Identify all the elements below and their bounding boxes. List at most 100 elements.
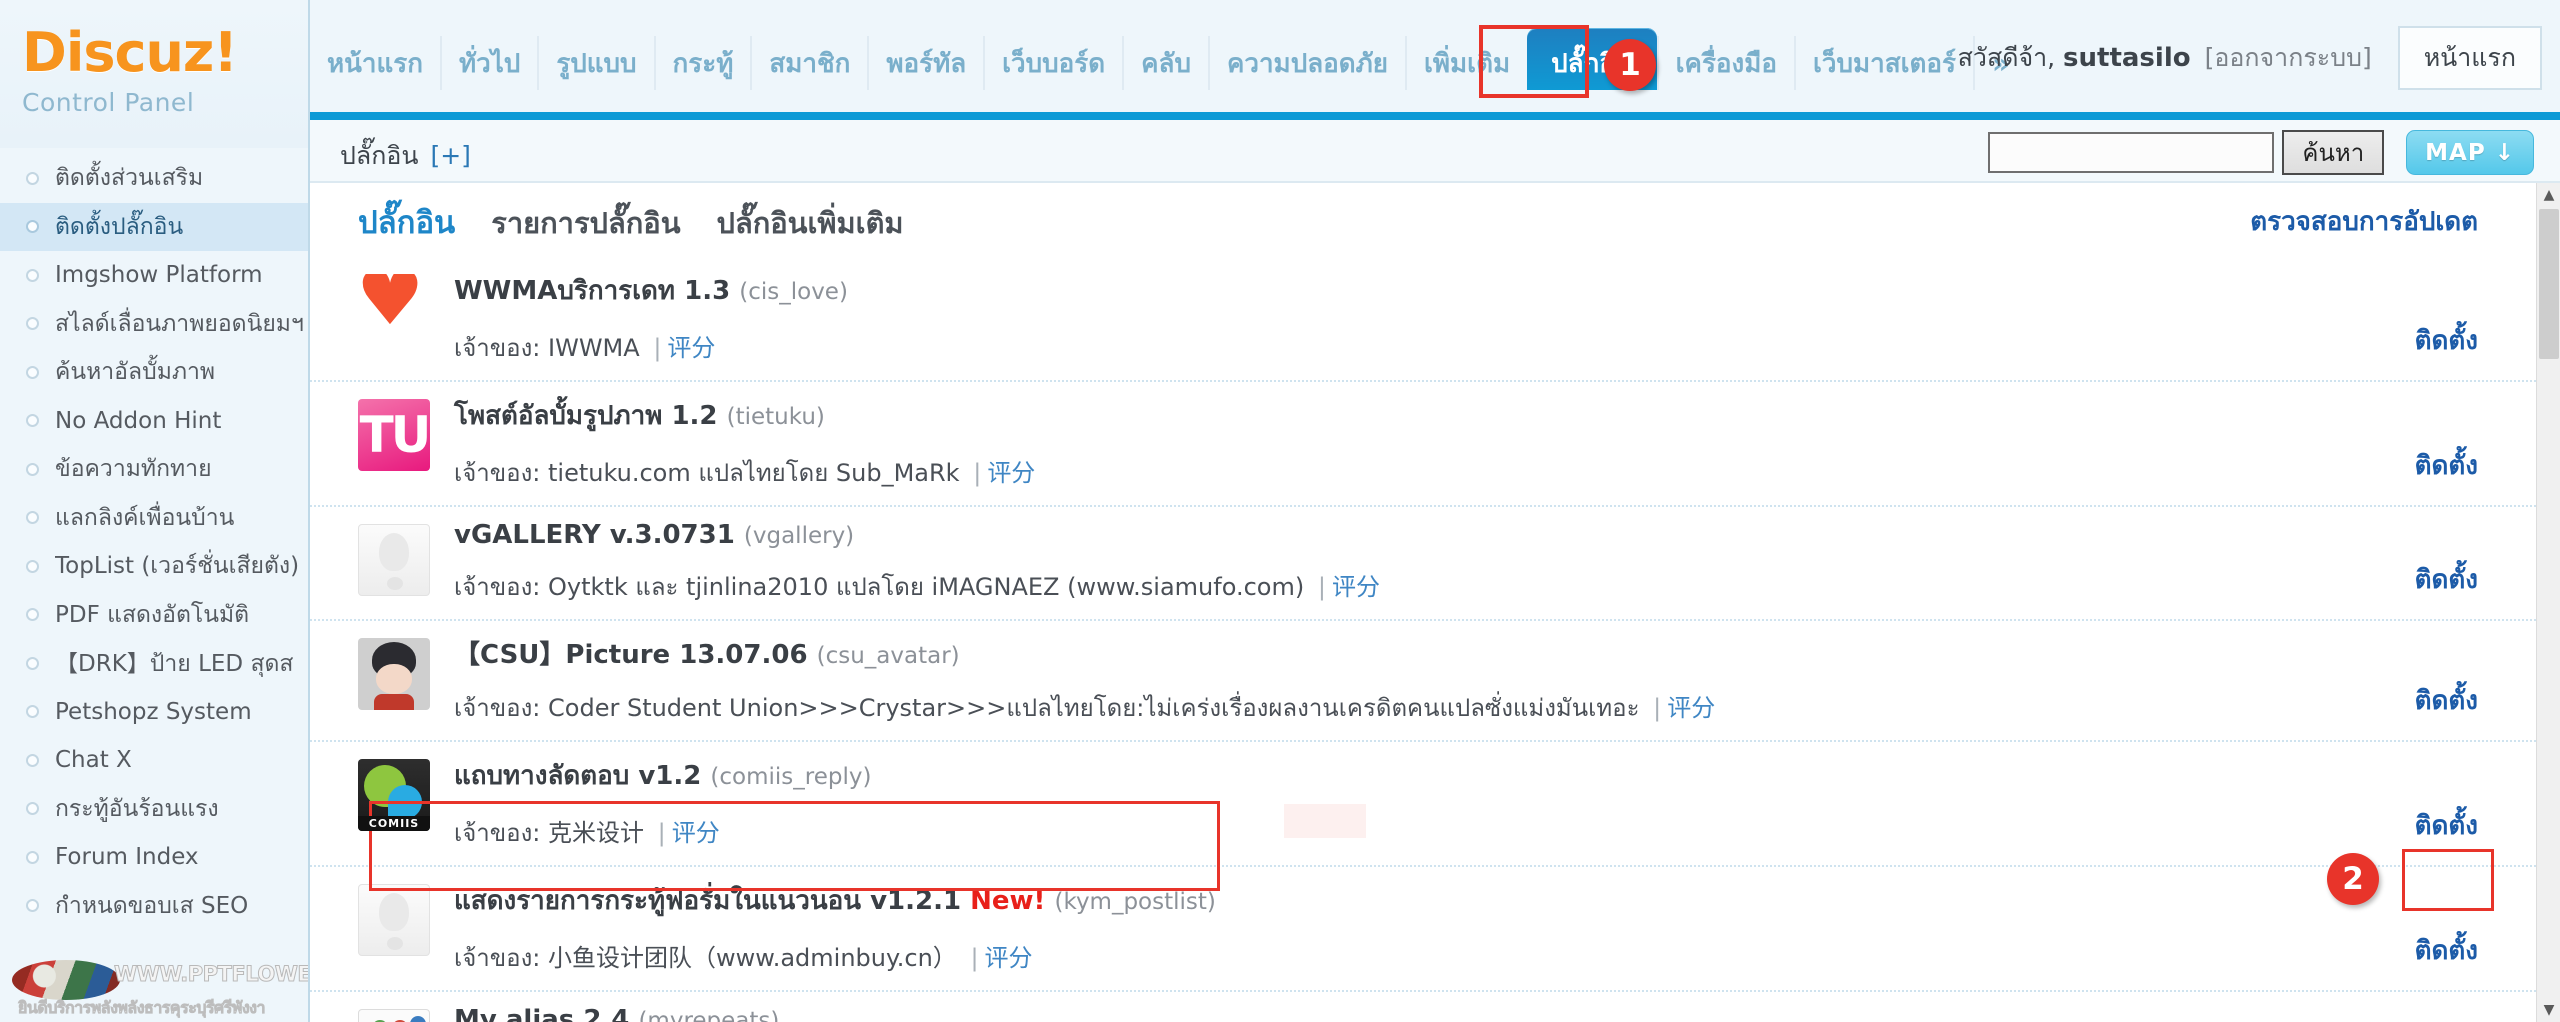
nav-item-6[interactable]: เว็บบอร์ด [983, 36, 1122, 90]
discuz-admin-page: Discuz! Control Panel ติดตั้งส่วนเสริม ติ… [0, 0, 2560, 1022]
install-link[interactable]: ติดตั้ง [2415, 445, 2478, 492]
rate-link[interactable]: 评分 [667, 334, 715, 362]
nav-item-9[interactable]: เพิ่มเติม [1405, 36, 1527, 90]
nav-item-4[interactable]: สมาชิก [750, 36, 867, 90]
install-link[interactable]: ติดตั้ง [2415, 320, 2478, 367]
plugin-row: แสดงรายการกระทู้ฟอรั่มในแนวนอน v1.2.1 Ne… [310, 867, 2536, 992]
owner-label: เจ้าของ: [454, 819, 541, 847]
check-update-link[interactable]: ตรวจสอบการอัปเดต [2250, 201, 2478, 242]
plugin-row: My alias 2.4 (myrepeats)เจ้าของ: Comsenz… [310, 992, 2536, 1022]
map-button[interactable]: MAP ↓ [2406, 130, 2534, 175]
sidebar-item-0[interactable]: ติดตั้งส่วนเสริม [0, 154, 308, 203]
plugin-name: แสดงรายการกระทู้ฟอรั่มในแนวนอน [454, 886, 862, 916]
bullet-icon [26, 802, 39, 816]
main-content: ปลั๊กอิน รายการปลั๊กอิน ปลั๊กอินเพิ่มเติม … [310, 183, 2536, 1022]
sidebar: Discuz! Control Panel ติดตั้งส่วนเสริม ติ… [0, 0, 310, 1022]
rate-link[interactable]: 评分 [985, 944, 1033, 972]
nav-item-1[interactable]: ทั่วไป [439, 36, 537, 90]
plugin-info: 【CSU】Picture 13.07.06 (csu_avatar) เจ้าขอ… [430, 634, 2415, 727]
watermark-line2: ยินดีบริการพลังพลังธารคุระบุรีศรีพังงา [18, 998, 266, 1018]
bullet-icon [26, 414, 39, 428]
icon-detail [374, 694, 414, 710]
plugin-version: 2.4 [583, 1005, 630, 1022]
bullet-icon [26, 850, 39, 864]
sidebar-item-2[interactable]: Imgshow Platform [0, 251, 308, 300]
install-link[interactable]: ติดตั้ง [2415, 680, 2478, 727]
plugin-info: แสดงรายการกระทู้ฟอรั่มในแนวนอน v1.2.1 Ne… [430, 880, 2415, 977]
sidebar-item-9[interactable]: PDF แสดงอัตโนมัติ [0, 591, 308, 640]
rate-link[interactable]: 评分 [987, 459, 1035, 487]
sidebar-item-label: แลกลิงค์เพื่อนบ้าน [55, 504, 235, 531]
nav-item-3[interactable]: กระทู้ [653, 36, 751, 90]
sidebar-item-3[interactable]: สไลด์เลื่อนภาพยอดนิยมฯ [0, 300, 308, 349]
plugin-version: v1.2.1 [870, 886, 962, 916]
install-link[interactable]: ติดตั้ง [2415, 805, 2478, 852]
install-link[interactable]: ติดตั้ง [2415, 559, 2478, 606]
content-scrollbar[interactable]: ▲ ▼ [2536, 183, 2560, 1022]
scroll-down-arrow-icon[interactable]: ▼ [2537, 998, 2560, 1022]
plugin-title: โพสต์อัลบั้มรูปภาพ 1.2 (tietuku) [454, 395, 2415, 436]
sidebar-item-label: กำหนดขอบเส SEO [55, 892, 249, 919]
nav-item-11[interactable]: เครื่องมือ [1656, 36, 1794, 90]
search-input[interactable] [1988, 132, 2275, 173]
comiis-logo-icon: COMIIS [358, 759, 430, 831]
separator: | [1317, 573, 1326, 601]
tab-1[interactable]: รายการปลั๊กอิน [491, 200, 680, 246]
nav-item-12[interactable]: เว็บมาสเตอร์ [1793, 36, 1973, 90]
greeting-text: สวัสดีจ้า, suttasilo [1958, 38, 2191, 78]
separator: | [1653, 694, 1662, 722]
rate-link[interactable]: 评分 [1667, 694, 1715, 722]
sidebar-item-10[interactable]: 【DRK】ป้าย LED สุดส [0, 639, 308, 688]
sidebar-item-15[interactable]: กำหนดขอบเส SEO [0, 882, 308, 931]
nav-item-7[interactable]: คลับ [1122, 36, 1208, 90]
plugin-list: WWMAบริการเดท 1.3 (cis_love) เจ้าของ: IWW… [310, 257, 2536, 1022]
sidebar-item-11[interactable]: Petshopz System [0, 688, 308, 737]
tab-0[interactable]: ปลั๊กอิน [358, 197, 455, 247]
content-tabs: ปลั๊กอิน รายการปลั๊กอิน ปลั๊กอินเพิ่มเติม … [310, 183, 2536, 249]
sidebar-item-14[interactable]: Forum Index [0, 833, 308, 882]
sidebar-item-8[interactable]: TopList (เวอร์ชั่นเสียตัง) [0, 542, 308, 591]
plugin-version: 13.07.06 [679, 640, 808, 670]
placeholder-image-icon [358, 884, 430, 956]
bullet-icon [26, 462, 39, 476]
plugin-new-badge: New! [970, 886, 1046, 916]
nav-item-0[interactable]: หน้าแรก [310, 36, 440, 90]
breadcrumb-expand-toggle[interactable]: [+] [430, 141, 470, 170]
sidebar-item-label: ติดตั้งส่วนเสริม [55, 165, 204, 192]
sidebar-item-12[interactable]: Chat X [0, 736, 308, 785]
rate-link[interactable]: 评分 [1332, 573, 1380, 601]
sidebar-item-13[interactable]: กระทู้อันร้อนแรง [0, 785, 308, 834]
plugin-info: แถบทางลัดตอบ v1.2 (comiis_reply) เจ้าของ:… [430, 755, 2415, 852]
nav-item-5[interactable]: พอร์ทัล [867, 36, 983, 90]
tab-list: ปลั๊กอิน รายการปลั๊กอิน ปลั๊กอินเพิ่มเติม [358, 197, 940, 247]
plugin-title: แถบทางลัดตอบ v1.2 (comiis_reply) [454, 755, 2415, 796]
plugin-name: โพสต์อัลบั้มรูปภาพ [454, 401, 663, 431]
plugin-author-line: เจ้าของ: Coder Student Union>>>Crystar>>… [454, 688, 2415, 727]
sidebar-item-6[interactable]: ข้อความทักทาย [0, 445, 308, 494]
icon-caption: COMIIS [358, 816, 430, 831]
callout-step-1: 1 [1604, 39, 1656, 91]
logout-link[interactable]: [ออกจากระบบ] [2205, 38, 2372, 78]
owner-value: 克米设计 [548, 819, 645, 847]
tab-2[interactable]: ปลั๊กอินเพิ่มเติม [717, 200, 904, 246]
sidebar-item-5[interactable]: No Addon Hint [0, 397, 308, 446]
plugin-title: 【CSU】Picture 13.07.06 (csu_avatar) [454, 634, 2415, 671]
install-link[interactable]: ติดตั้ง [2415, 930, 2478, 977]
sidebar-item-1[interactable]: ติดตั้งปลั๊กอิน [0, 202, 308, 251]
nav-item-2[interactable]: รูปแบบ [537, 36, 653, 90]
brand-subtitle: Control Panel [22, 88, 195, 117]
sidebar-item-7[interactable]: แลกลิงค์เพื่อนบ้าน [0, 494, 308, 543]
sidebar-item-4[interactable]: ค้นหาอัลบั้มภาพ [0, 348, 308, 397]
search-button[interactable]: ค้นหา [2282, 130, 2385, 175]
sidebar-item-label: PDF แสดงอัตโนมัติ [55, 601, 250, 628]
nav-item-8[interactable]: ความปลอดภัย [1207, 36, 1405, 90]
home-button[interactable]: หน้าแรก [2397, 26, 2542, 90]
plugin-info: โพสต์อัลบั้มรูปภาพ 1.2 (tietuku) เจ้าของ:… [430, 395, 2415, 492]
plugin-author-line: เจ้าของ: Oytktk และ tjinlina2010 แปลโดย … [454, 567, 2415, 606]
scrollbar-thumb[interactable] [2539, 209, 2559, 359]
bullet-icon [26, 559, 39, 573]
scroll-up-arrow-icon[interactable]: ▲ [2537, 183, 2560, 207]
rate-link[interactable]: 评分 [672, 819, 720, 847]
separator: | [653, 334, 662, 362]
plugin-name: WWMAบริการเดท [454, 276, 676, 306]
